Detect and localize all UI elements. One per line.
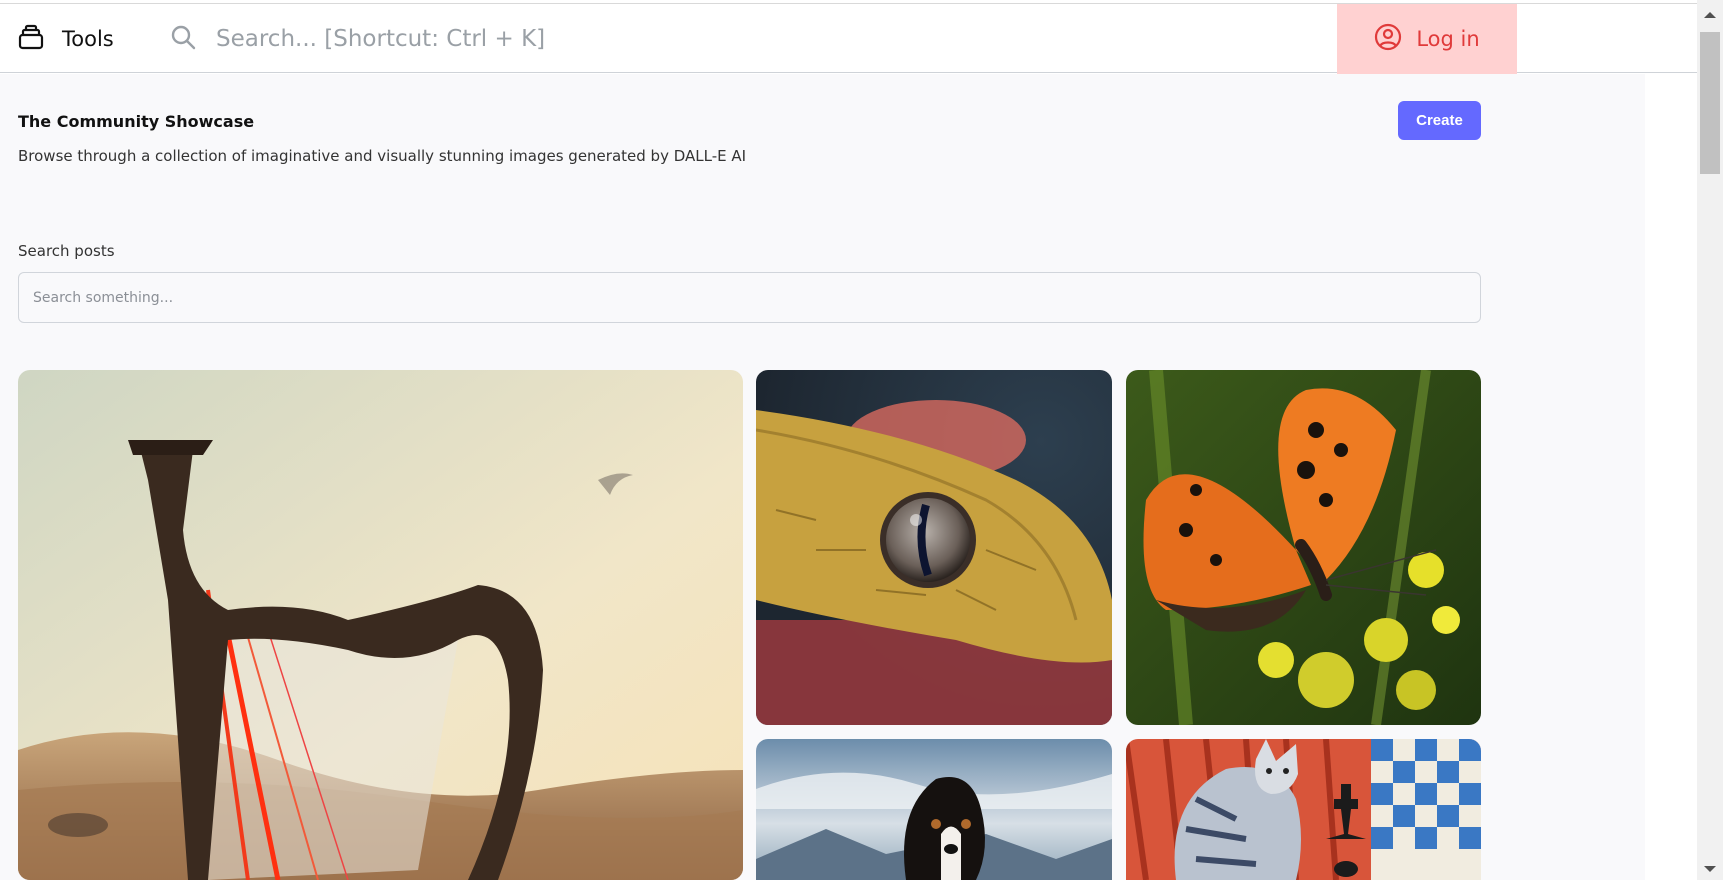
harp-image [18,370,743,880]
scrollbar-thumb[interactable] [1700,32,1720,174]
global-search[interactable]: Search... [Shortcut: Ctrl + K] [170,4,545,74]
scroll-up-icon[interactable] [1704,12,1716,18]
gallery-card-cat[interactable] [1126,739,1481,880]
dog-image [756,739,1112,880]
gallery-card-harp[interactable] [18,370,743,880]
snake-image [756,370,1112,725]
search-posts-input[interactable] [18,272,1481,323]
page-subtitle: Browse through a collection of imaginati… [18,147,747,165]
search-posts-label: Search posts [18,242,115,260]
brand-label: Tools [62,27,114,51]
create-button[interactable]: Create [1398,101,1481,140]
box-stack-icon [18,24,44,55]
scroll-down-icon[interactable] [1704,866,1716,872]
page-scrollbar[interactable] [1697,0,1723,880]
login-button[interactable]: Log in [1337,4,1517,74]
user-circle-icon [1374,23,1402,56]
cat-image [1126,739,1481,880]
main-content: The Community Showcase Browse through a … [0,74,1645,880]
top-navbar: Tools Search... [Shortcut: Ctrl + K] Log… [0,3,1697,74]
gallery-card-dog[interactable] [756,739,1112,880]
gallery-card-butterfly[interactable] [1126,370,1481,725]
butterfly-image [1126,370,1481,725]
global-search-hint: Search... [Shortcut: Ctrl + K] [216,26,546,52]
gallery-card-snake[interactable] [756,370,1112,725]
brand[interactable]: Tools [18,4,114,74]
search-icon [170,24,196,55]
login-label: Log in [1416,27,1480,51]
page-title: The Community Showcase [18,112,255,131]
